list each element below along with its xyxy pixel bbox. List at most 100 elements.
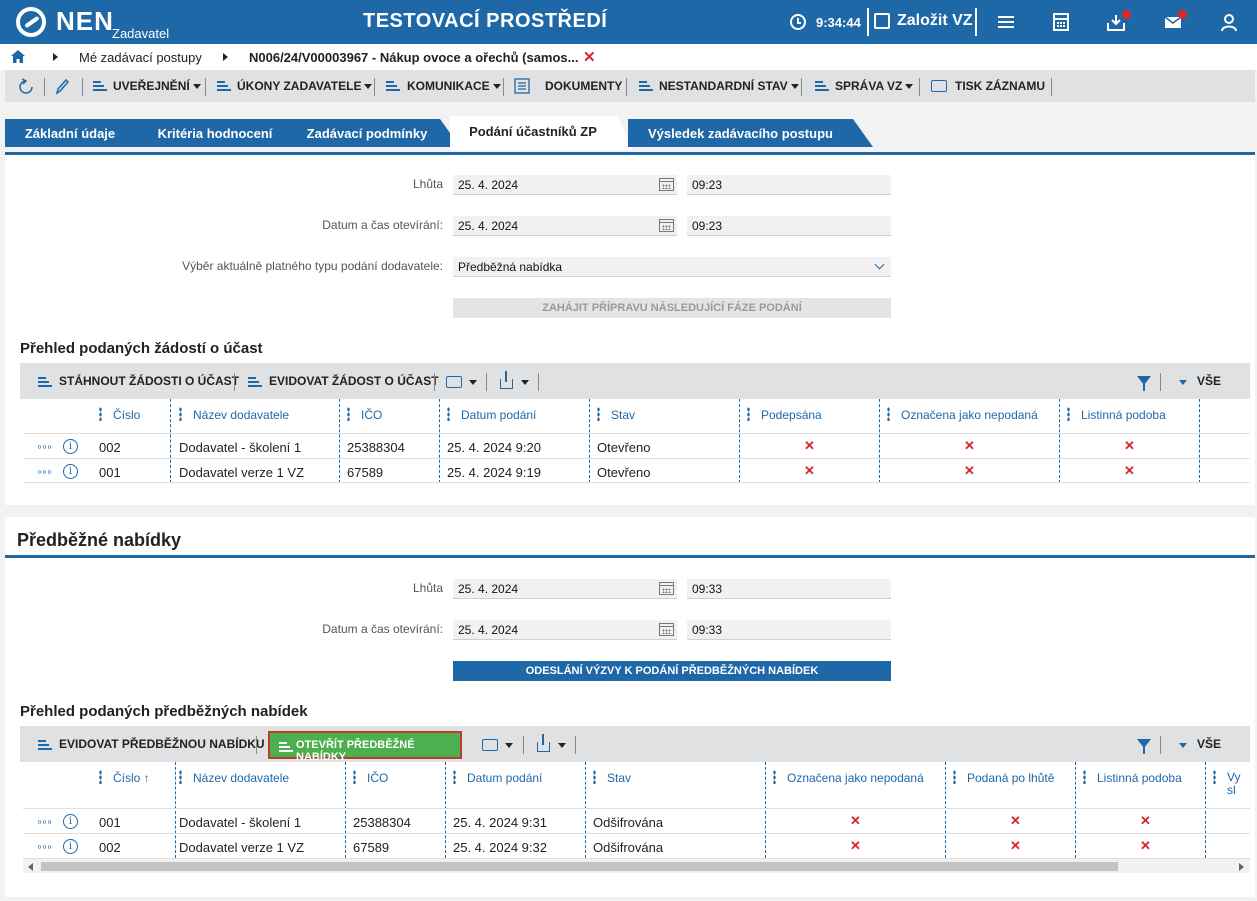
tab-kriteria-hodnoceni[interactable]: Kritéria hodnocení [135, 119, 313, 147]
caret-down-icon[interactable] [505, 743, 513, 748]
breadcrumb-item[interactable]: Mé zadávací postupy [79, 50, 202, 65]
table-row[interactable]: i 002 Dodavatel verze 1 VZ 67589 25. 4. … [23, 833, 1250, 858]
caret-down-icon[interactable] [558, 743, 566, 748]
tab-zakladni-udaje[interactable]: Základní údaje [5, 119, 155, 147]
export-icon[interactable] [537, 734, 550, 752]
cell-ico: 25388304 [353, 815, 411, 830]
komunikace-menu[interactable]: KOMUNIKACE [407, 79, 501, 93]
calendar-icon[interactable] [659, 178, 674, 191]
col-header-stav[interactable]: Stav [593, 762, 763, 796]
col-header-ico[interactable]: IČO [353, 762, 443, 796]
printer-icon [931, 80, 947, 92]
caret-down-icon[interactable] [469, 380, 477, 385]
show-all-button[interactable]: VŠE [1197, 374, 1221, 388]
filter-icon[interactable] [1137, 739, 1151, 754]
info-icon[interactable]: i [63, 839, 78, 854]
submission-type-select[interactable]: Předběžná nabídka [453, 257, 891, 277]
scroll-right-icon[interactable] [1239, 863, 1244, 871]
export-icon[interactable] [500, 371, 513, 389]
calendar-icon[interactable] [659, 219, 674, 232]
filter-icon[interactable] [1137, 376, 1151, 391]
scrollbar-thumb[interactable] [41, 862, 1118, 871]
open-time-field[interactable]: 09:23 [687, 216, 891, 236]
caret-down-icon[interactable] [1179, 743, 1187, 748]
edit-icon[interactable] [874, 13, 890, 29]
send-invitation-button[interactable]: ODESLÁNÍ VÝZVY K PODÁNÍ PŘEDBĚŽNÝCH NABÍ… [453, 661, 891, 681]
sprava-vz-menu[interactable]: SPRÁVA VZ [835, 79, 914, 93]
col-header-nepodana[interactable]: Označena jako nepodaná [773, 762, 943, 796]
tab-podani-ucastniku[interactable]: Podání účastníků ZP [450, 116, 632, 150]
open-date-field[interactable]: 25. 4. 2024 [453, 620, 677, 640]
cell-nazev: Dodavatel verze 1 VZ [179, 465, 305, 480]
grid-toolbar-zadosti: STÁHNOUT ŽÁDOSTI O ÚČAST EVIDOVAT ŽÁDOST… [20, 363, 1250, 399]
col-header-podepsana[interactable]: Podepsána [747, 399, 877, 433]
col-header-nazev[interactable]: Název dodavatele [179, 762, 339, 796]
printer-icon[interactable] [446, 376, 462, 388]
uverejneni-menu[interactable]: UVEŘEJNĚNÍ [113, 79, 201, 93]
pencil-icon[interactable] [54, 78, 70, 96]
menu-icon[interactable] [996, 12, 1016, 32]
col-header-datum[interactable]: Datum podání [453, 762, 583, 796]
col-header-nepodana[interactable]: Označena jako nepodaná [887, 399, 1057, 433]
more-actions-icon[interactable] [37, 845, 52, 849]
col-header-datum[interactable]: Datum podání [447, 399, 587, 433]
info-icon[interactable]: i [63, 439, 78, 454]
open-date-field[interactable]: 25. 4. 2024 [453, 216, 677, 236]
cell-ico: 67589 [347, 465, 384, 480]
open-time-field[interactable]: 09:33 [687, 620, 891, 640]
start-next-phase-button[interactable]: ZAHÁJIT PŘÍPRAVU NÁSLEDUJÍCÍ FÁZE PODÁNÍ [453, 298, 891, 318]
close-icon[interactable]: ✕ [583, 48, 596, 66]
more-actions-icon[interactable] [37, 820, 52, 824]
tab-vysledek[interactable]: Výsledek zadávacího postupu [628, 119, 873, 147]
tisk-zaznamu-button[interactable]: TISK ZÁZNAMU [955, 79, 1045, 93]
scroll-left-icon[interactable] [28, 863, 33, 871]
col-header-ico[interactable]: IČO [347, 399, 437, 433]
more-actions-icon[interactable] [37, 470, 52, 474]
caret-down-icon[interactable] [1179, 380, 1187, 385]
breadcrumb-current[interactable]: N006/24/V00003967 - Nákup ovoce a ořechů… [249, 50, 579, 65]
download-applications-button[interactable]: STÁHNOUT ŽÁDOSTI O ÚČAST [59, 374, 239, 388]
lhuta-time-field[interactable]: 09:23 [687, 175, 891, 195]
refresh-icon[interactable] [17, 78, 35, 96]
col-header-listinna[interactable]: Listinná podoba [1067, 399, 1197, 433]
nen-logo-icon[interactable] [16, 7, 46, 37]
table-row[interactable]: i 001 Dodavatel - školení 1 25388304 25.… [23, 808, 1250, 833]
calendar-icon[interactable] [659, 623, 674, 636]
lhuta-date-field[interactable]: 25. 4. 2024 [453, 579, 677, 599]
breadcrumb-arrow-icon [53, 53, 58, 61]
register-preliminary-offer-button[interactable]: EVIDOVAT PŘEDBĚŽNOU NABÍDKU [59, 737, 265, 751]
table-row[interactable]: i 002 Dodavatel - školení 1 25388304 25.… [23, 433, 1250, 458]
col-header-cislo[interactable]: Číslo ↑ [99, 762, 169, 796]
col-header-listinna[interactable]: Listinná podoba [1083, 762, 1203, 796]
col-header-nazev[interactable]: Název dodavatele [179, 399, 339, 433]
printer-icon[interactable] [482, 739, 498, 751]
open-preliminary-offers-button[interactable]: OTEVŘÍT PŘEDBĚŽNÉ NABÍDKY [268, 731, 462, 763]
col-header-truncated[interactable]: Vy sl [1213, 762, 1250, 797]
horizontal-scrollbar[interactable] [23, 858, 1250, 873]
toolbar-divider [486, 373, 487, 391]
more-actions-icon[interactable] [37, 445, 52, 449]
new-vz-button[interactable]: Založit VZ [897, 12, 973, 30]
tab-zadavaci-podminky[interactable]: Zadávací podmínky [290, 119, 460, 147]
nestandardni-stav-menu[interactable]: NESTANDARDNÍ STAV [659, 79, 799, 93]
col-header-stav[interactable]: Stav [597, 399, 737, 433]
info-icon[interactable]: i [63, 464, 78, 479]
lhuta-date-field[interactable]: 25. 4. 2024 [453, 175, 677, 195]
ukony-zadavatele-menu[interactable]: ÚKONY ZADAVATELE [237, 79, 373, 93]
dokumenty-button[interactable]: DOKUMENTY [545, 79, 622, 93]
calendar-icon[interactable] [659, 582, 674, 595]
table-row[interactable]: i 001 Dodavatel verze 1 VZ 67589 25. 4. … [23, 458, 1250, 483]
show-all-button[interactable]: VŠE [1197, 737, 1221, 751]
home-icon[interactable] [11, 50, 25, 63]
calculator-icon[interactable] [1051, 12, 1071, 32]
toolbar-divider [434, 373, 435, 391]
col-header-cislo[interactable]: Číslo [99, 399, 169, 433]
caret-down-icon[interactable] [521, 380, 529, 385]
lhuta-label: Lhůta [412, 581, 443, 595]
register-application-button[interactable]: EVIDOVAT ŽÁDOST O ÚČAST [269, 374, 439, 388]
logo-text[interactable]: NEN [56, 6, 114, 37]
user-icon[interactable] [1219, 12, 1239, 32]
info-icon[interactable]: i [63, 814, 78, 829]
col-header-po-lhute[interactable]: Podaná po lhůtě [953, 762, 1078, 796]
lhuta-time-field[interactable]: 09:33 [687, 579, 891, 599]
